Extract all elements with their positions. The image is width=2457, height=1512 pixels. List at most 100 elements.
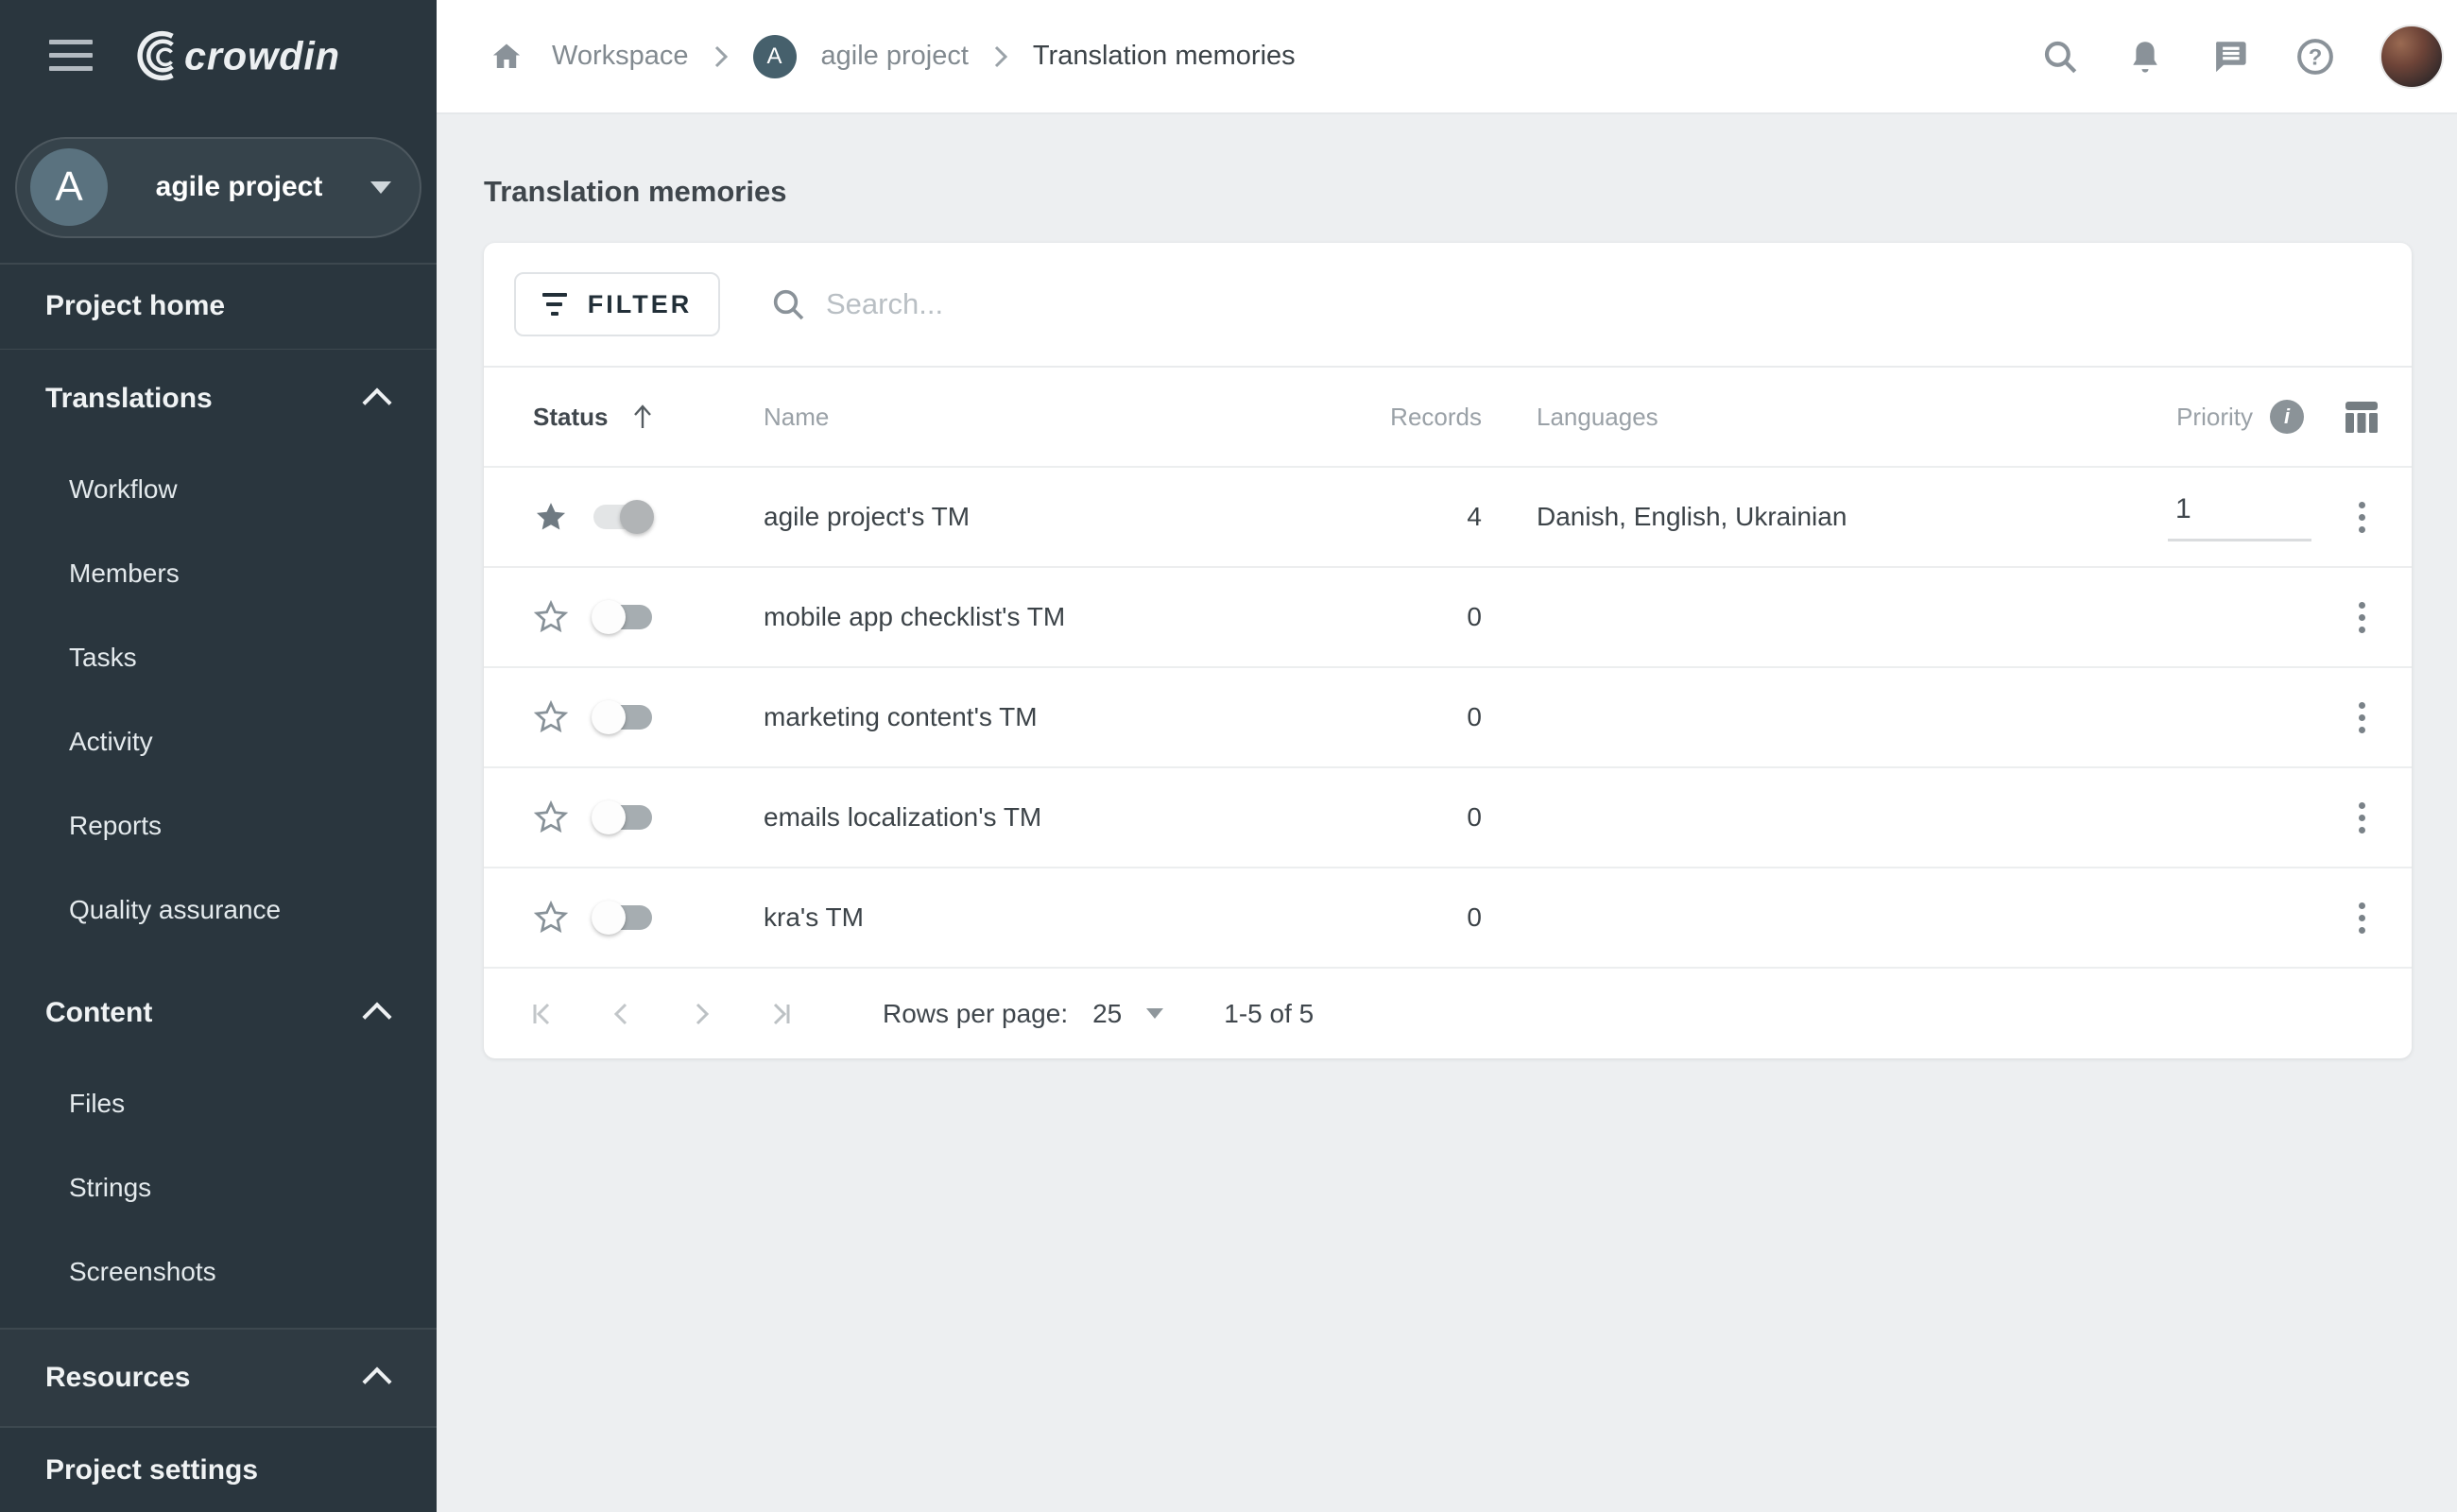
- tm-name: marketing content's TM: [764, 702, 1038, 731]
- row-menu-button[interactable]: [2353, 897, 2371, 939]
- sidebar-section-resources[interactable]: Resources: [0, 1330, 437, 1427]
- sidebar-item-workflow[interactable]: Workflow: [0, 447, 437, 531]
- breadcrumb: Workspace A agile project Translation me…: [486, 34, 2039, 78]
- sidebar-item-reports[interactable]: Reports: [0, 783, 437, 868]
- breadcrumb-current: Translation memories: [1032, 41, 1296, 71]
- tm-records: 0: [1467, 602, 1482, 631]
- project-avatar: A: [30, 148, 108, 227]
- status-toggle[interactable]: [592, 700, 652, 734]
- favorite-star-button[interactable]: [533, 799, 569, 835]
- page-title: Translation memories: [484, 175, 787, 208]
- chevron-up-icon: [365, 1005, 393, 1022]
- sidebar-item-screenshots[interactable]: Screenshots: [0, 1230, 437, 1314]
- home-icon[interactable]: [486, 36, 527, 77]
- project-switcher[interactable]: A agile project: [15, 137, 421, 238]
- columns-icon: [2345, 402, 2378, 433]
- rows-per-page-select[interactable]: 25: [1092, 999, 1164, 1029]
- main-content: Translation memories FILTER Status: [437, 114, 2457, 1512]
- tm-records: 0: [1467, 702, 1482, 731]
- project-name: agile project: [155, 171, 323, 203]
- card-toolbar: FILTER: [484, 243, 2412, 366]
- translation-memories-card: FILTER Status Name: [484, 243, 2412, 1058]
- rows-per-page-label: Rows per page:: [883, 998, 1069, 1028]
- previous-page-button[interactable]: [605, 997, 639, 1031]
- row-menu-button[interactable]: [2353, 496, 2371, 539]
- content-subnav: Files Strings Screenshots: [0, 1062, 437, 1314]
- user-avatar[interactable]: [2380, 24, 2444, 89]
- chevron-down-icon: [370, 180, 391, 194]
- tm-name: agile project's TM: [764, 502, 971, 531]
- sidebar-item-files[interactable]: Files: [0, 1062, 437, 1146]
- tm-name: mobile app checklist's TM: [764, 602, 1066, 631]
- search-icon: [773, 289, 804, 320]
- help-icon[interactable]: ?: [2294, 36, 2336, 77]
- chevron-down-icon: [1146, 1008, 1164, 1019]
- chevron-right-icon: [993, 44, 1008, 69]
- tm-records: 4: [1467, 502, 1482, 531]
- sidebar-section-content[interactable]: Content: [0, 965, 437, 1062]
- row-menu-button[interactable]: [2353, 696, 2371, 739]
- bell-icon[interactable]: [2124, 36, 2166, 77]
- favorite-star-button[interactable]: [533, 900, 569, 936]
- table-header: Status Name Records Languages Priority i: [484, 368, 2412, 466]
- tm-languages: Danish, English, Ukrainian: [1537, 502, 1847, 531]
- sidebar-item-quality-assurance[interactable]: Quality assurance: [0, 868, 437, 952]
- chevron-up-icon: [365, 1369, 393, 1386]
- column-priority[interactable]: Priority i: [2037, 400, 2311, 434]
- topbar-actions: ?: [2039, 24, 2444, 89]
- row-menu-button[interactable]: [2353, 596, 2371, 639]
- breadcrumb-project-avatar: A: [752, 34, 797, 78]
- sidebar-item-members[interactable]: Members: [0, 531, 437, 615]
- row-menu-button[interactable]: [2353, 797, 2371, 839]
- search-icon[interactable]: [2039, 36, 2081, 77]
- chat-icon[interactable]: [2209, 36, 2251, 77]
- status-toggle[interactable]: [592, 600, 652, 634]
- translations-subnav: Workflow Members Tasks Activity Reports …: [0, 447, 437, 952]
- logo-wordmark: crowdin: [184, 34, 340, 77]
- crowdin-logo[interactable]: crowdin: [125, 30, 388, 81]
- sidebar-item-project-settings[interactable]: Project settings: [0, 1428, 437, 1512]
- filter-button[interactable]: FILTER: [514, 272, 720, 336]
- chevron-up-icon: [365, 390, 393, 407]
- svg-text:?: ?: [2309, 44, 2323, 70]
- topbar: Workspace A agile project Translation me…: [437, 0, 2457, 114]
- tm-name: kra's TM: [764, 902, 864, 932]
- sidebar-item-activity[interactable]: Activity: [0, 699, 437, 783]
- column-name[interactable]: Name: [764, 403, 1312, 432]
- last-page-button[interactable]: [764, 997, 798, 1031]
- sort-ascending-icon: [634, 404, 652, 428]
- tm-records: 0: [1467, 802, 1482, 832]
- table-row: mobile app checklist's TM 0: [484, 566, 2412, 666]
- next-page-button[interactable]: [684, 997, 718, 1031]
- favorite-star-button[interactable]: [533, 699, 569, 735]
- breadcrumb-workspace[interactable]: Workspace: [552, 41, 689, 72]
- sidebar-header: crowdin: [0, 0, 437, 111]
- first-page-button[interactable]: [525, 997, 559, 1031]
- favorite-star-button[interactable]: [533, 599, 569, 635]
- menu-icon[interactable]: [49, 40, 93, 72]
- sidebar-item-project-home[interactable]: Project home: [0, 265, 437, 349]
- table-row: agile project's TM 4 Danish, English, Uk…: [484, 466, 2412, 566]
- sidebar: crowdin A agile project Project home Tra…: [0, 0, 437, 1512]
- info-icon[interactable]: i: [2270, 400, 2304, 434]
- chevron-right-icon: [713, 44, 729, 69]
- column-settings-button[interactable]: [2311, 398, 2412, 436]
- search-input[interactable]: [826, 287, 2412, 321]
- tm-name: emails localization's TM: [764, 802, 1042, 832]
- column-languages[interactable]: Languages: [1482, 403, 2037, 432]
- breadcrumb-project[interactable]: agile project: [821, 41, 969, 72]
- status-toggle[interactable]: [593, 500, 654, 534]
- status-toggle[interactable]: [592, 901, 652, 935]
- table-row: kra's TM 0: [484, 867, 2412, 967]
- filter-icon: [541, 293, 567, 316]
- status-toggle[interactable]: [592, 800, 652, 834]
- column-status[interactable]: Status: [533, 403, 764, 432]
- column-records[interactable]: Records: [1312, 403, 1482, 432]
- priority-input[interactable]: 1: [2168, 493, 2311, 541]
- sidebar-item-strings[interactable]: Strings: [0, 1146, 437, 1230]
- sidebar-section-translations[interactable]: Translations: [0, 350, 437, 447]
- sidebar-item-tasks[interactable]: Tasks: [0, 615, 437, 699]
- pagination: Rows per page: 25 1-5 of 5: [484, 967, 2412, 1058]
- search-bar: [769, 285, 2412, 323]
- favorite-star-button[interactable]: [533, 499, 569, 535]
